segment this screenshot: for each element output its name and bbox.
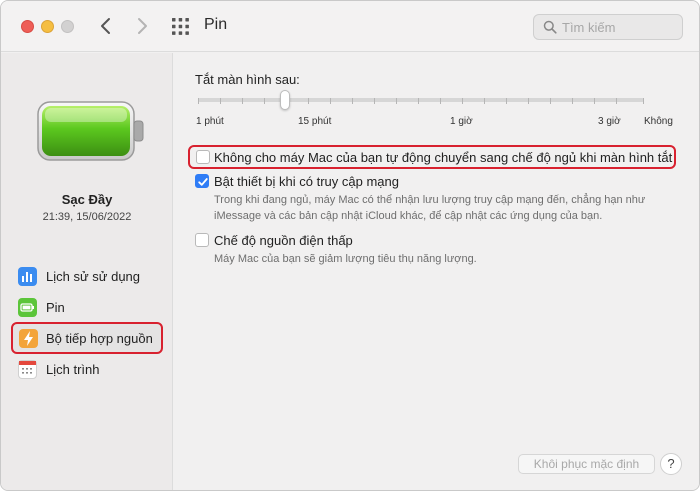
slider-tick [506,98,507,104]
slider-tick [440,98,441,104]
slider-tick [418,98,419,104]
slider-tick-label: Không [644,116,673,127]
slider-tick-label: 15 phút [298,116,332,127]
back-button[interactable] [97,14,115,38]
slider-tick [396,98,397,104]
slider-tick [484,98,485,104]
low-power-desc: Máy Mac của bạn sẽ giảm lượng tiêu thụ n… [214,253,477,265]
wake-network-checkbox[interactable] [195,174,209,188]
prevent-sleep-option[interactable]: Không cho máy Mac của bạn tự động chuyển… [188,145,676,169]
slider-tick [616,98,617,104]
charge-status-label: Sạc Đầy [61,192,113,207]
battery-status-icon [37,101,144,161]
slider-tick-label: 1 giờ [450,116,473,127]
slider-tick-label: 3 giờ [598,116,621,127]
slider-tick [264,98,265,104]
close-button[interactable] [21,20,34,33]
bar-chart-icon [18,267,37,286]
sidebar-item-usage-history[interactable]: Lịch sử sử dụng [15,265,163,289]
slider-tick [528,98,529,104]
preferences-window: Pin Tìm kiếm Sạc Đầy 21:39, 15/06/2022 L… [0,0,700,491]
show-all-button[interactable] [172,18,189,35]
sidebar-item-label: Pin [46,300,65,315]
checkmark-icon [198,178,208,186]
minimize-button[interactable] [41,20,54,33]
sidebar-item-schedule[interactable]: Lịch trình [15,358,163,382]
main-pane: Tắt màn hình sau: 1 phút 15 phút 1 giờ 3… [174,53,699,490]
slider-tick [330,98,331,104]
wake-network-label: Bật thiết bị khi có truy cập mạng [214,174,399,189]
grid-icon [172,18,189,35]
power-adapter-icon [19,329,38,348]
chevron-right-icon [138,18,147,34]
search-input[interactable] [562,18,677,36]
slider-tick [308,98,309,104]
slider-tick-label: 1 phút [196,116,224,127]
slider-tick [594,98,595,104]
forward-button[interactable] [133,14,151,38]
sidebar-item-label: Lịch sử sử dụng [46,269,141,284]
slider-tick [643,98,644,104]
charge-timestamp: 21:39, 15/06/2022 [42,211,132,223]
prevent-sleep-checkbox[interactable] [196,150,210,164]
help-button[interactable]: ? [660,453,682,475]
sidebar: Sạc Đầy 21:39, 15/06/2022 Lịch sử sử dụn… [1,53,173,490]
calendar-icon [18,360,37,379]
slider-tick [352,98,353,104]
slider-tick [572,98,573,104]
window-title: Pin [204,16,228,33]
sidebar-item-power-adapter[interactable]: Bộ tiếp hợp nguồn [11,322,163,354]
sidebar-item-label: Bộ tiếp hợp nguồn [46,331,153,346]
slider-tick [220,98,221,104]
prevent-sleep-label: Không cho máy Mac của bạn tự động chuyển… [214,150,673,165]
battery-icon [18,298,37,317]
wake-network-desc-line1: Trong khi đang ngủ, máy Mac có thể nhận … [214,194,646,206]
slider-tick [550,98,551,104]
sidebar-item-battery[interactable]: Pin [15,296,163,320]
title-bar: Pin [1,1,699,52]
search-icon [543,20,557,34]
sidebar-item-label: Lịch trình [46,362,100,377]
wake-network-desc-line2: iMessage và các bản cập nhật iCloud khác… [214,210,603,222]
low-power-label: Chế độ nguồn điện thấp [214,233,353,248]
low-power-checkbox[interactable] [195,233,209,247]
restore-defaults-button[interactable]: Khôi phục mặc định [518,454,655,474]
zoom-button[interactable] [61,20,74,33]
slider-tick [198,98,199,104]
slider-thumb[interactable] [280,90,290,110]
display-off-label: Tắt màn hình sau: [195,72,300,87]
chevron-left-icon [101,18,110,34]
slider-tick [242,98,243,104]
slider-tick [374,98,375,104]
slider-tick [462,98,463,104]
search-field[interactable] [533,14,683,40]
